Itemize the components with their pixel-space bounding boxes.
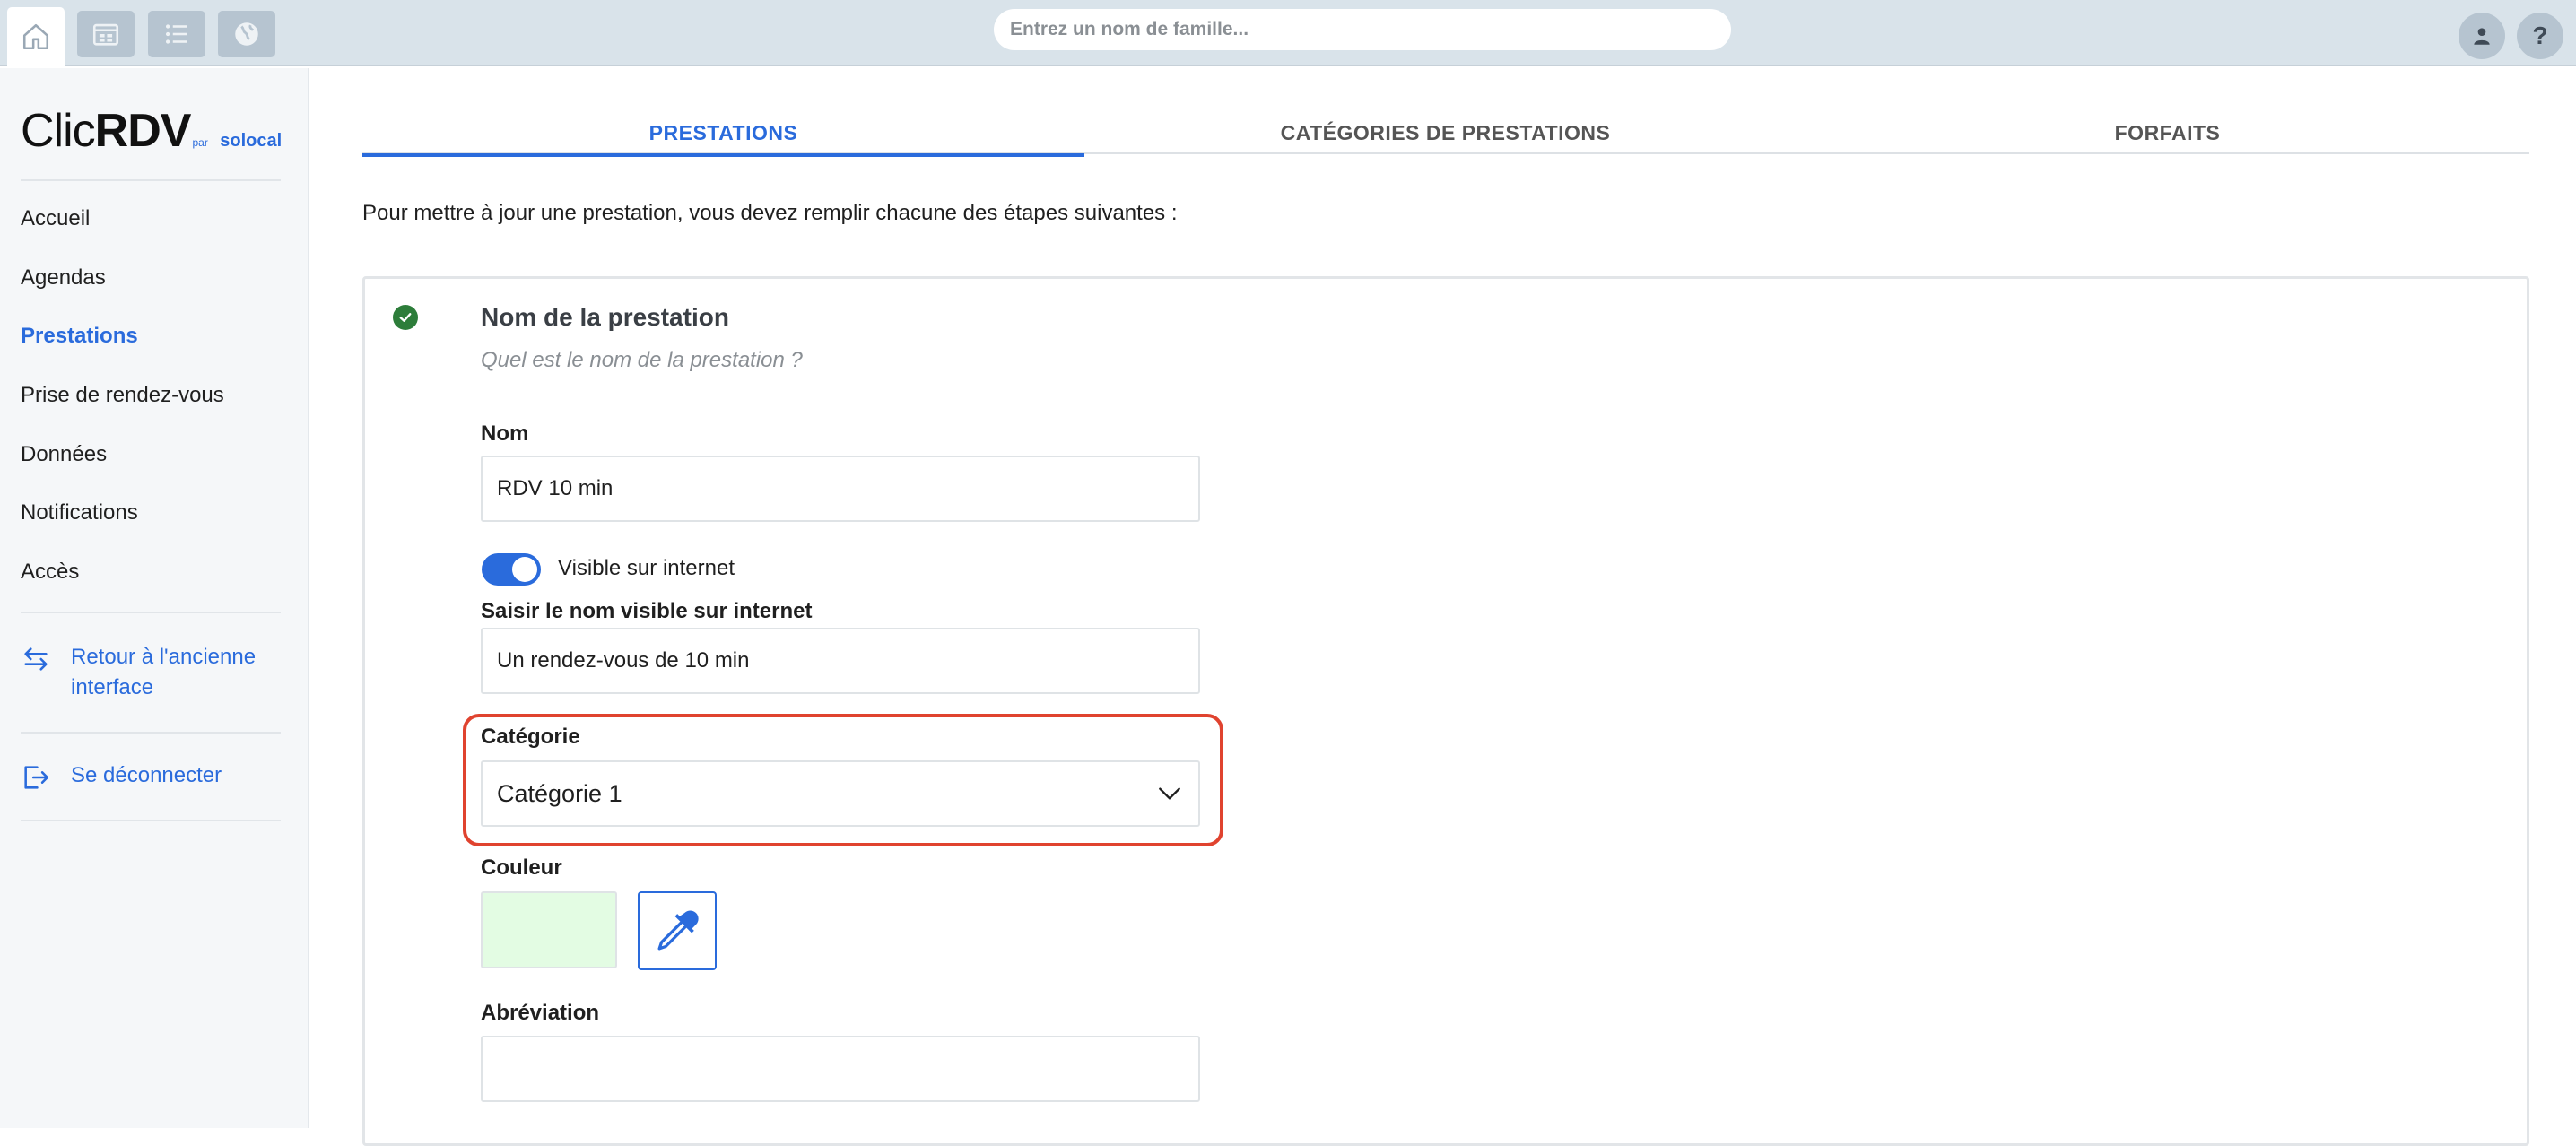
help-icon: ? (2532, 22, 2548, 49)
nom-label: Nom (481, 421, 529, 446)
top-bar: ? (0, 0, 2576, 66)
tab-categories-de-prestations[interactable]: CATÉGORIES DE PRESTATIONS (1084, 111, 1806, 154)
categorie-select[interactable]: Catégorie 1 (481, 760, 1200, 827)
toggle-knob (512, 557, 537, 582)
home-icon (22, 23, 49, 50)
abreviation-label: Abréviation (481, 1001, 600, 1025)
sidebar-item-notifications[interactable]: Notifications (21, 500, 138, 525)
globe-icon (235, 22, 258, 46)
intro-text: Pour mettre à jour une prestation, vous … (362, 201, 1178, 225)
internet-name-input[interactable] (481, 628, 1200, 694)
old-interface-link[interactable]: Retour à l'ancienne interface (21, 642, 277, 703)
sidebar-divider (21, 179, 281, 181)
list-icon (165, 24, 187, 44)
tab-prestations[interactable]: PRESTATIONS (362, 111, 1084, 157)
help-button[interactable]: ? (2517, 13, 2563, 59)
step-title: Nom de la prestation (481, 303, 729, 331)
tab-forfaits[interactable]: FORFAITS (1806, 111, 2528, 154)
sidebar-item-donnees[interactable]: Données (21, 442, 107, 467)
logout-label: Se déconnecter (71, 763, 222, 787)
color-picker-button[interactable] (638, 891, 717, 970)
abreviation-input[interactable] (481, 1036, 1200, 1102)
sidebar-divider (21, 732, 281, 734)
logout-link[interactable]: Se déconnecter (21, 760, 222, 793)
categorie-label: Catégorie (481, 725, 580, 749)
sidebar-divider (21, 612, 281, 613)
step-subtitle: Quel est le nom de la prestation ? (481, 348, 803, 372)
sidebar-item-prestations[interactable]: Prestations (21, 324, 138, 349)
checkmark-icon (399, 313, 412, 322)
list-button[interactable] (148, 11, 205, 57)
step-card (362, 276, 2529, 1146)
tab-bar: PRESTATIONS CATÉGORIES DE PRESTATIONS FO… (362, 111, 2529, 157)
sidebar-item-prise-de-rendez-vous[interactable]: Prise de rendez-vous (21, 383, 224, 408)
user-button[interactable] (2459, 13, 2505, 59)
calendar-icon (92, 23, 119, 46)
eyedropper-icon (657, 910, 699, 951)
internet-name-label: Saisir le nom visible sur internet (481, 599, 813, 623)
visible-internet-label: Visible sur internet (558, 556, 735, 580)
sidebar: ClicRDV par solocal Accueil Agendas Prest… (0, 68, 309, 1128)
sidebar-item-agendas[interactable]: Agendas (21, 265, 106, 291)
logout-icon (24, 766, 49, 789)
logo: ClicRDV par solocal (21, 105, 283, 157)
search-input[interactable] (994, 9, 1731, 50)
globe-button[interactable] (218, 11, 275, 57)
sidebar-item-accueil[interactable]: Accueil (21, 206, 90, 231)
home-button[interactable] (7, 7, 65, 66)
calendar-button[interactable] (77, 11, 135, 57)
visible-internet-toggle[interactable] (482, 553, 541, 586)
swap-arrows-icon (24, 647, 48, 671)
categorie-selected-value: Catégorie 1 (497, 779, 622, 807)
color-swatch[interactable] (481, 891, 617, 968)
step-completed-badge (393, 305, 418, 330)
chevron-down-icon (1159, 787, 1180, 800)
sidebar-divider (21, 820, 281, 821)
couleur-label: Couleur (481, 855, 562, 880)
user-icon (2474, 28, 2490, 45)
nom-input[interactable] (481, 456, 1200, 522)
old-interface-label: Retour à l'ancienne interface (71, 645, 257, 699)
sidebar-item-acces[interactable]: Accès (21, 560, 79, 585)
